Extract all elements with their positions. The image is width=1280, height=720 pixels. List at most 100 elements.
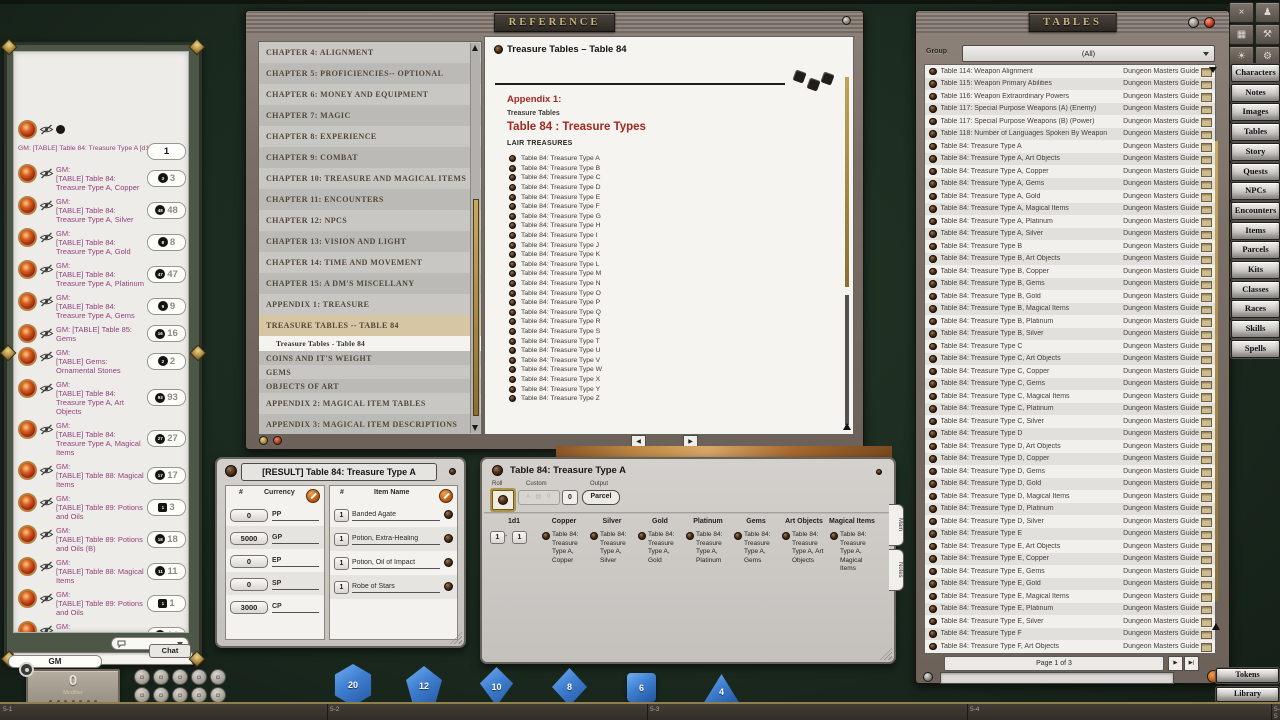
table-cell-link[interactable]: Table 84: Treasure Type A, Silver — [588, 531, 636, 574]
link-die-icon[interactable] — [509, 376, 516, 383]
chat-message-text[interactable]: GM:[TABLE] Table 89: Potions and Oils — [56, 493, 147, 521]
d4-die[interactable]: 4 — [703, 674, 740, 704]
link-die-icon[interactable] — [929, 293, 937, 301]
calculator-icon[interactable]: ▦ — [1229, 24, 1254, 45]
table-list-row[interactable]: Table 84: Treasure Type B, Art ObjectsDu… — [925, 253, 1215, 266]
table-cell-link[interactable]: Table 84: Treasure Type A, Platinum — [684, 531, 732, 574]
hotkey-bar[interactable]: 5-15-25-35-45-5 — [0, 702, 1280, 720]
pin-button[interactable] — [1188, 17, 1199, 28]
scroll-up-icon[interactable] — [472, 45, 478, 51]
chapter-item[interactable]: CHAPTER 5: PROFICIENCIES-- OPTIONAL — [259, 63, 481, 84]
treasure-table-link[interactable]: Table 84: Treasure Type A — [509, 154, 823, 164]
chapter-item[interactable]: CHAPTER 9: COMBAT — [259, 147, 481, 168]
module-link-icon[interactable] — [1201, 543, 1212, 552]
currency-value-field[interactable]: 5000 — [230, 532, 268, 545]
sidebar-button-story[interactable]: Story — [1231, 143, 1280, 161]
chapter-item[interactable]: CHAPTER 14: TIME AND MOVEMENT — [259, 252, 481, 273]
treasure-table-link[interactable]: Table 84: Treasure Type I — [509, 231, 823, 241]
table-list-row[interactable]: Table 117: Special Purpose Weapons (B) (… — [925, 115, 1215, 128]
item-die-icon[interactable] — [444, 510, 453, 519]
sidebar-button-npcs[interactable]: NPCs — [1231, 182, 1280, 200]
table-list-row[interactable]: Table 84: Treasure Type D, Magical Items… — [925, 490, 1215, 503]
link-die-icon[interactable] — [590, 532, 598, 540]
link-die-icon[interactable] — [929, 480, 937, 488]
module-link-icon[interactable] — [1201, 268, 1212, 277]
table-list-row[interactable]: Table 84: Treasure Type C, PlatinumDunge… — [925, 403, 1215, 416]
chat-message-text[interactable]: GM:[TABLE] Table 84: Treasure Type A, Pl… — [56, 260, 147, 288]
tab-main[interactable]: Main — [889, 504, 904, 546]
sidebar-button-tokens[interactable]: Tokens — [1216, 668, 1279, 683]
sidebar-button-skills[interactable]: Skills — [1231, 320, 1280, 338]
hotbar-slot-label[interactable]: 5-4 — [970, 706, 979, 713]
treasure-table-link[interactable]: Table 84: Treasure Type X — [509, 375, 823, 385]
link-die-icon[interactable] — [929, 505, 937, 513]
table-list-row[interactable]: Table 84: Treasure Type A, GoldDungeon M… — [925, 190, 1215, 203]
d12-die[interactable]: 12 — [404, 666, 444, 706]
link-die-icon[interactable] — [929, 493, 937, 501]
module-link-icon[interactable] — [1201, 356, 1212, 365]
chat-message-text[interactable]: GM:[TABLE] Table 84: Treasure Type A, Si… — [56, 196, 147, 224]
link-die-icon[interactable] — [638, 532, 646, 540]
edit-button[interactable] — [306, 489, 320, 503]
next-page-button[interactable]: ▶ — [1168, 656, 1183, 671]
coin-icon[interactable]: ¤ — [134, 687, 150, 703]
table-cell-link[interactable]: Table 84: Treasure Type A, Art Objects — [780, 531, 828, 574]
table-list-row[interactable]: Table 84: Treasure Type A, Magical Items… — [925, 203, 1215, 216]
resize-handle[interactable] — [880, 648, 892, 660]
module-link-icon[interactable] — [1201, 493, 1212, 502]
table-list-row[interactable]: Table 84: Treasure Type D, CopperDungeon… — [925, 453, 1215, 466]
chat-message-text[interactable]: GM:[TABLE] Table 84: Treasure Type A, Go… — [56, 228, 147, 256]
table-list-row[interactable]: Table 84: Treasure Type F, Art ObjectsDu… — [925, 640, 1215, 653]
treasure-table-link[interactable]: Table 84: Treasure Type F — [509, 202, 823, 212]
module-link-icon[interactable] — [1201, 381, 1212, 390]
table-list-row[interactable]: Table 84: Treasure Type DDungeon Masters… — [925, 428, 1215, 441]
treasure-table-link[interactable]: Table 84: Treasure Type D — [509, 183, 823, 193]
chapter-item[interactable]: GEMS — [259, 365, 481, 379]
link-die-icon[interactable] — [929, 405, 937, 413]
scrollbar[interactable] — [470, 43, 480, 433]
treasure-table-link[interactable]: Table 84: Treasure Type W — [509, 365, 823, 375]
link-die-icon[interactable] — [929, 330, 937, 338]
treasure-table-link[interactable]: Table 84: Treasure Type T — [509, 336, 823, 346]
d8-die[interactable]: 8 — [552, 668, 587, 706]
chat-tab[interactable]: Chat — [149, 644, 191, 658]
table-list-row[interactable]: Table 84: Treasure Type D, GoldDungeon M… — [925, 478, 1215, 491]
link-die-icon[interactable] — [509, 261, 516, 268]
sidebar-button-races[interactable]: Races — [1231, 300, 1280, 318]
item-name-link[interactable]: Potion, Extra-Healing — [352, 535, 440, 545]
link-die-icon[interactable] — [929, 168, 937, 176]
module-link-icon[interactable] — [1201, 643, 1212, 652]
table-list-row[interactable]: Table 84: Treasure Type E, CopperDungeon… — [925, 553, 1215, 566]
link-die-icon[interactable] — [929, 643, 937, 651]
table-list-row[interactable]: Table 115: Weapon Primary AbilitiesDunge… — [925, 78, 1215, 91]
table-cell-link[interactable]: Table 84: Treasure Type A, Gold — [636, 531, 684, 574]
module-link-icon[interactable] — [1201, 418, 1212, 427]
treasure-table-link[interactable]: Table 84: Treasure Type N — [509, 279, 823, 289]
filter-icon[interactable] — [1209, 67, 1217, 73]
table-list-row[interactable]: Table 84: Treasure Type A, SilverDungeon… — [925, 228, 1215, 241]
module-link-icon[interactable] — [1201, 606, 1212, 615]
table-list-row[interactable]: Table 84: Treasure Type D, SilverDungeon… — [925, 515, 1215, 528]
table-list-row[interactable]: Table 84: Treasure Type C, Magical Items… — [925, 390, 1215, 403]
link-die-icon[interactable] — [929, 443, 937, 451]
link-die-icon[interactable] — [929, 305, 937, 313]
table-list-row[interactable]: Table 84: Treasure Type E, SilverDungeon… — [925, 615, 1215, 628]
window-option-button[interactable] — [923, 672, 933, 682]
roll-button[interactable] — [490, 488, 516, 512]
item-count-field[interactable]: 1 — [334, 557, 349, 570]
scroll-thumb[interactable] — [845, 295, 849, 425]
table-list-row[interactable]: Table 84: Treasure Type D, GemsDungeon M… — [925, 465, 1215, 478]
module-link-icon[interactable] — [1201, 106, 1212, 115]
module-link-icon[interactable] — [1201, 131, 1212, 140]
d20-die[interactable]: 20 — [332, 664, 374, 706]
treasure-table-link[interactable]: Table 84: Treasure Type R — [509, 317, 823, 327]
hotbar-slot-label[interactable]: 5-2 — [330, 706, 339, 713]
link-die-icon[interactable] — [830, 532, 838, 540]
treasure-table-link[interactable]: Table 84: Treasure Type Z — [509, 394, 823, 404]
chapter-item[interactable]: CHAPTER 11: ENCOUNTERS — [259, 189, 481, 210]
link-die-icon[interactable] — [509, 232, 516, 239]
module-link-icon[interactable] — [1201, 593, 1212, 602]
module-link-icon[interactable] — [1201, 631, 1212, 640]
link-die-icon[interactable] — [509, 280, 516, 287]
table-list-row[interactable]: Table 84: Treasure Type D, Art ObjectsDu… — [925, 440, 1215, 453]
